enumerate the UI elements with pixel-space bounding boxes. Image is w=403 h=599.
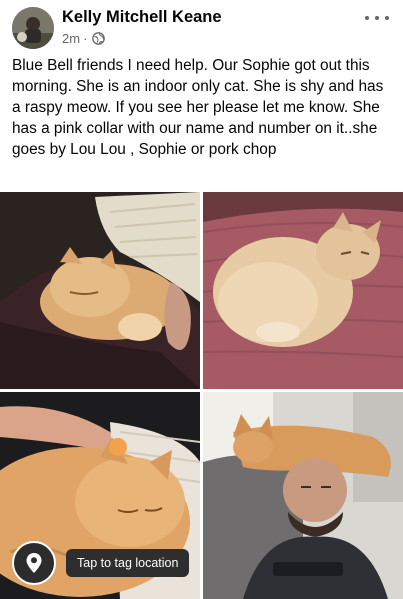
post-meta: 2m ·	[62, 31, 106, 46]
photo-grid	[0, 192, 403, 599]
meta-separator: ·	[83, 31, 88, 46]
location-pin-icon[interactable]	[12, 541, 56, 585]
cat-photo-4[interactable]	[203, 392, 403, 599]
cat-photo-1[interactable]	[0, 192, 200, 389]
more-options-icon[interactable]	[365, 8, 389, 28]
globe-icon	[92, 32, 106, 45]
cat-photo-2[interactable]	[203, 192, 403, 389]
post-text: Blue Bell friends I need help. Our Sophi…	[12, 57, 384, 158]
avatar[interactable]	[12, 7, 54, 49]
author-name[interactable]: Kelly Mitchell Keane	[62, 8, 222, 27]
tag-location-tooltip[interactable]: Tap to tag location	[66, 549, 190, 577]
post-header: Kelly Mitchell Keane 2m ·	[0, 0, 403, 52]
post-time[interactable]: 2m	[62, 31, 80, 46]
